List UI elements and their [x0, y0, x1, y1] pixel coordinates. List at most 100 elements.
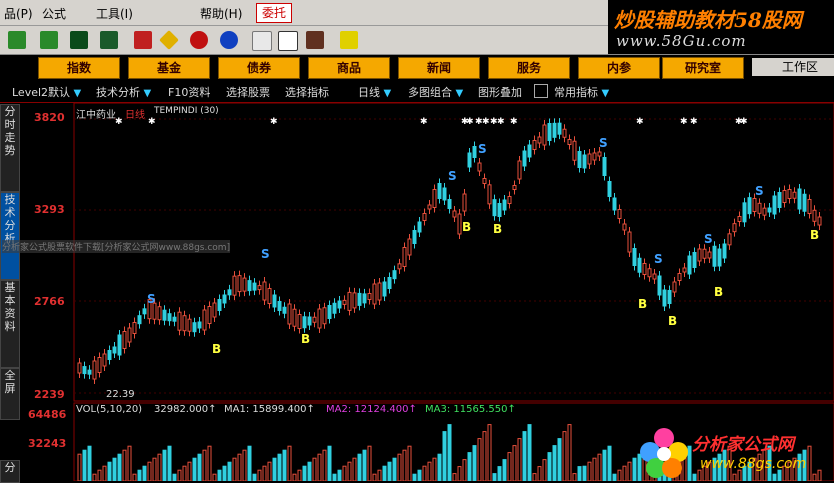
tab-select-stock[interactable]: 选择股票 — [226, 84, 270, 100]
candle-body — [142, 308, 147, 315]
side-tab-intraday[interactable]: 分时走势 — [0, 104, 20, 192]
flag-icon[interactable] — [8, 31, 26, 49]
candle-body — [302, 316, 307, 329]
menu-item-formula[interactable]: 公式 — [42, 5, 66, 22]
candle-body — [137, 315, 142, 325]
side-tab-fullscreen[interactable]: 全屏 — [0, 368, 20, 420]
candle-body — [327, 305, 332, 319]
volume-bar — [577, 466, 582, 481]
volume-bar — [517, 438, 522, 481]
buy-signal: B — [462, 220, 471, 234]
candle-body — [797, 188, 802, 210]
dropdown-arrow-icon[interactable]: ▼ — [384, 88, 392, 99]
side-tab-more[interactable]: 分 — [0, 460, 20, 483]
volume-bar — [107, 461, 112, 481]
buy-signal: B — [212, 342, 221, 356]
category-insider[interactable]: 内参 — [578, 57, 660, 79]
star-marker: ✱ — [270, 117, 278, 127]
tab-label: 日线 — [358, 86, 380, 99]
category-fund[interactable]: 基金 — [128, 57, 210, 79]
volume-bar — [237, 453, 242, 481]
volume-bar — [377, 469, 382, 481]
window-icon[interactable] — [278, 31, 298, 51]
volume-bar — [307, 461, 312, 481]
candle-body — [672, 281, 677, 293]
tab-select-indicator[interactable]: 选择指标 — [285, 84, 329, 100]
page-icon[interactable] — [252, 31, 272, 51]
entrust-button[interactable]: 委托 — [256, 3, 292, 23]
candle-body — [377, 282, 382, 301]
volume-ma2: MA2: 12124.400↑ — [326, 404, 417, 415]
tab-multi-chart[interactable]: 多图组合 ▼ — [408, 84, 463, 100]
category-index[interactable]: 指数 — [38, 57, 120, 79]
category-research[interactable]: 研究室 — [662, 57, 744, 79]
category-service[interactable]: 服务 — [488, 57, 570, 79]
volume-bar — [442, 431, 447, 481]
books-icon[interactable] — [306, 31, 324, 49]
star-marker: ✱ — [420, 117, 428, 127]
dropdown-arrow-icon[interactable]: ▼ — [602, 88, 610, 99]
candle-body — [337, 300, 342, 309]
candle-body — [167, 313, 172, 322]
candle-body — [282, 306, 287, 314]
candle-body — [342, 299, 347, 305]
candle-body — [347, 291, 352, 311]
volume-bar — [392, 457, 397, 481]
candle-body — [732, 223, 737, 233]
star-marker: ✱ — [510, 117, 518, 127]
volume-bar — [322, 449, 327, 481]
lock-icon[interactable] — [534, 84, 548, 98]
menu-item-p[interactable]: 品(P) — [4, 5, 33, 22]
dropdown-arrow-icon[interactable]: ▼ — [144, 88, 152, 99]
tab-daily[interactable]: 日线 ▼ — [358, 84, 391, 100]
candle-body — [752, 198, 757, 212]
people-icon[interactable] — [100, 31, 118, 49]
volume-bar — [427, 461, 432, 481]
y-axis-label-top: 3820 — [34, 111, 65, 124]
tab-overlay[interactable]: 图形叠加 — [478, 84, 522, 100]
volume-bar — [252, 473, 257, 481]
workarea-button[interactable]: 工作区 — [752, 58, 834, 76]
category-bond[interactable]: 债券 — [218, 57, 300, 79]
binoculars-icon[interactable] — [70, 31, 88, 49]
candle-body — [647, 268, 652, 278]
dropdown-arrow-icon[interactable]: ▼ — [74, 88, 82, 99]
tab-level2[interactable]: Level2默认 ▼ — [12, 84, 81, 100]
volume-bar — [327, 445, 332, 481]
candle-body — [127, 327, 132, 343]
candle-body — [432, 189, 437, 208]
candle-body — [112, 346, 117, 354]
tab-technical[interactable]: 技术分析 ▼ — [96, 84, 151, 100]
volume-bar — [482, 431, 487, 481]
help-cursor-icon[interactable] — [340, 31, 358, 49]
globe-icon[interactable] — [220, 31, 238, 49]
candle-body — [397, 263, 402, 270]
candle-body — [162, 309, 167, 321]
tab-common-indicator[interactable]: 常用指标 ▼ — [554, 84, 609, 100]
category-commodity[interactable]: 商品 — [308, 57, 390, 79]
volume-bar — [412, 473, 417, 481]
stock-icon[interactable] — [134, 31, 152, 49]
tab-f10[interactable]: F10资料 — [168, 84, 210, 100]
candle-body — [207, 306, 212, 324]
volume-bar — [592, 457, 597, 481]
circle-icon[interactable] — [190, 31, 208, 49]
volume-bar — [337, 469, 342, 481]
side-tab-fundamentals[interactable]: 基本资料 — [0, 280, 20, 368]
tab-strip: Level2默认 ▼ 技术分析 ▼ F10资料 选择股票 选择指标 日线 ▼ 多… — [0, 81, 834, 103]
flag-icon[interactable] — [40, 31, 58, 49]
diamond-icon[interactable] — [159, 30, 179, 50]
volume-bar — [357, 453, 362, 481]
volume-bar — [112, 457, 117, 481]
category-news[interactable]: 新闻 — [398, 57, 480, 79]
side-tab-technical[interactable]: 技术分析 — [0, 192, 20, 280]
candle-body — [447, 199, 452, 209]
volume-bar — [582, 465, 587, 481]
candle-body — [627, 231, 632, 253]
menu-item-help[interactable]: 帮助(H) — [200, 5, 242, 22]
menu-item-tools[interactable]: 工具(I) — [96, 5, 133, 22]
volume-bar — [602, 449, 607, 481]
candle-body — [637, 257, 642, 273]
volume-y-label: 64486 — [28, 408, 67, 421]
dropdown-arrow-icon[interactable]: ▼ — [456, 88, 464, 99]
